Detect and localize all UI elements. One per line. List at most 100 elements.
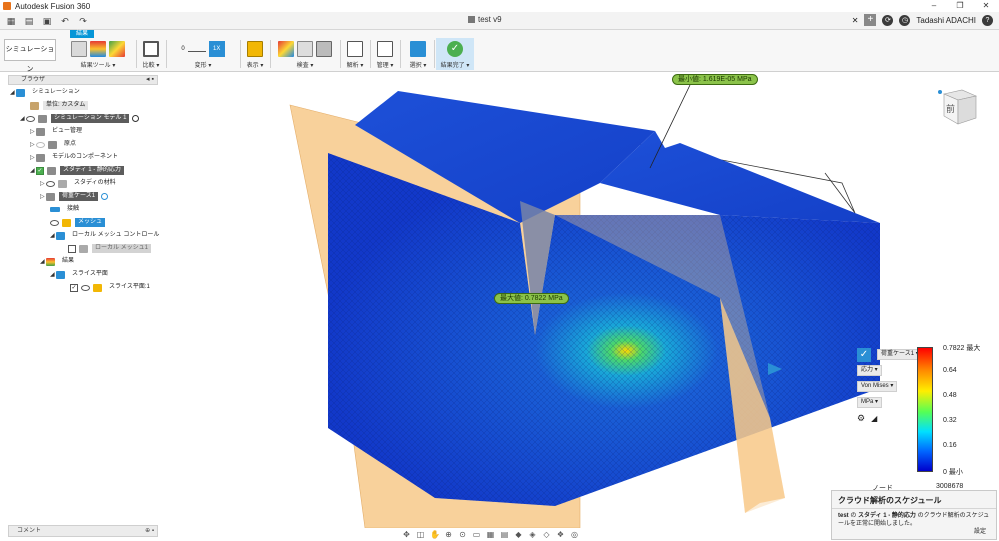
tree-row-study-materials[interactable]: ▷ スタディの材料 <box>40 178 119 189</box>
tree-row-study[interactable]: ◢ ✓ スタディ 1 - 静的応力 <box>30 165 124 176</box>
visibility-eye-icon[interactable] <box>81 284 90 291</box>
deform-scale-button[interactable]: 1X <box>208 41 225 57</box>
tree-row-units[interactable]: 単位: カスタム <box>30 100 89 111</box>
tree-row-local-mesh-control[interactable]: ◢ ローカル メッシュ コントロール <box>50 230 162 241</box>
shaded-edges-icon[interactable]: ◈ <box>528 530 537 539</box>
section-icon[interactable] <box>316 41 332 57</box>
redo-icon[interactable]: ↷ <box>76 15 90 27</box>
model-top-face-right[interactable] <box>600 131 880 223</box>
select-arrow-icon[interactable] <box>410 41 426 57</box>
finish-results-check-icon[interactable]: ✓ <box>447 41 463 57</box>
maximize-icon[interactable]: ❐ <box>947 0 973 12</box>
active-radio-icon[interactable] <box>101 193 109 200</box>
mesh-display-icon[interactable]: ❖ <box>556 530 565 539</box>
gear-icon[interactable]: ⚙ <box>857 413 865 424</box>
visibility-eye-icon[interactable] <box>46 180 55 187</box>
tree-row-origin[interactable]: ▷ 原点 <box>30 139 79 150</box>
visibility-eye-icon[interactable] <box>36 141 45 148</box>
workspace-switcher[interactable]: シミュレーション <box>4 39 56 73</box>
close-icon[interactable]: ✕ <box>973 0 999 12</box>
data-panel-icon[interactable]: ▦ <box>4 15 18 27</box>
viewports-icon[interactable]: ▤ <box>500 530 509 539</box>
results-tools-group[interactable]: 結果ツール ▾ <box>64 40 132 70</box>
document-tab[interactable]: test v9 <box>468 15 502 24</box>
result-contour-icon[interactable] <box>90 41 106 57</box>
tree-row-load-case[interactable]: ▷ 荷重ケース1 <box>40 191 109 202</box>
look-at-icon[interactable]: ◫ <box>416 530 425 539</box>
checkbox-checked[interactable]: ✓ <box>70 283 78 292</box>
result-display-icon[interactable]: ◎ <box>570 530 579 539</box>
visibility-eye-icon[interactable] <box>26 115 35 122</box>
browser-header[interactable]: ブラウザ ◂ ▪ <box>8 75 158 85</box>
legend-settings-row[interactable]: ⚙ ◢ <box>857 413 877 424</box>
minimize-icon[interactable]: – <box>921 0 947 12</box>
shaded-icon[interactable]: ◆ <box>514 530 523 539</box>
analysis-icon[interactable] <box>347 41 363 57</box>
tab-results[interactable]: 結果 <box>70 30 94 38</box>
browser-pin-icon[interactable]: ◂ ▪ <box>146 76 154 84</box>
tree-row-simulation[interactable]: ◢ シミュレーション <box>10 87 83 98</box>
comments-add-icon[interactable]: ⊕ ▪ <box>145 526 154 536</box>
display-icon[interactable] <box>247 41 263 57</box>
cloud-solve-notification[interactable]: クラウド解析のスケジュール test の スタディ 1 - 静的応力 のクラウド… <box>831 490 997 540</box>
tree-row-mesh[interactable]: メッシュ <box>50 217 106 228</box>
result-tools-icon[interactable] <box>109 41 125 57</box>
tree-row-slice-plane-1[interactable]: ✓ スライス平面:1 <box>70 282 153 293</box>
extensions-icon[interactable]: ⟳ <box>882 14 894 26</box>
load-case-dropdown[interactable]: 荷重ケース1 ▾ <box>877 349 923 360</box>
unit-row[interactable]: MPa ▾ <box>857 397 883 408</box>
legend-toggle-icon[interactable]: ✓ <box>857 347 871 362</box>
display-settings-icon[interactable]: ▭ <box>472 530 481 539</box>
tree-row-sim-model[interactable]: ◢ シミュレーション モデル 1 <box>20 113 140 124</box>
orbit-icon[interactable]: ✥ <box>402 530 411 539</box>
deform-value[interactable]: 0 <box>181 46 184 52</box>
viewcube[interactable]: 前 <box>936 82 982 132</box>
file-menu-icon[interactable]: ▤ <box>22 15 36 27</box>
save-icon[interactable]: ▣ <box>40 15 54 27</box>
max-value-callout[interactable]: 最大値: 0.7822 MPa <box>494 293 569 304</box>
help-icon[interactable]: ? <box>982 14 993 26</box>
tree-row-local-mesh-1[interactable]: ローカル メッシュ1 <box>68 243 152 254</box>
criterion-dropdown[interactable]: Von Mises ▾ <box>857 381 898 392</box>
viewcube-home-icon[interactable] <box>938 90 942 94</box>
manage-group[interactable]: 管理 ▾ <box>372 40 398 70</box>
compare-group[interactable]: 比較 ▾ <box>138 40 164 70</box>
job-status-icon[interactable]: ◷ <box>899 14 911 26</box>
analysis-group[interactable]: 解析 ▾ <box>342 40 368 70</box>
visibility-eye-icon[interactable] <box>50 219 59 226</box>
deform-slider[interactable] <box>187 46 206 52</box>
tree-row-results[interactable]: ◢ 結果 <box>40 256 77 267</box>
zoom-icon[interactable]: ⊕ <box>444 530 453 539</box>
new-tab-button[interactable]: + <box>864 14 877 26</box>
user-name[interactable]: Tadashi ADACHI <box>916 16 976 25</box>
camera-icon[interactable] <box>71 41 87 57</box>
probe-icon[interactable] <box>278 41 294 57</box>
compare-icon[interactable] <box>143 41 159 57</box>
min-value-callout[interactable]: 最小値: 1.619E-05 MPa <box>672 74 758 85</box>
finish-results-group[interactable]: ✓ 結果完了 ▾ <box>436 38 474 70</box>
legend-scale-icon[interactable]: ◢ <box>871 414 877 423</box>
load-case-row[interactable]: ✓ 荷重ケース1 ▾ <box>857 347 923 362</box>
wireframe-icon[interactable]: ◇ <box>542 530 551 539</box>
select-group[interactable]: 選択 ▾ <box>404 40 432 70</box>
tree-row-named-views[interactable]: ▷ ビュー管理 <box>30 126 85 137</box>
display-group[interactable]: 表示 ▾ <box>242 40 268 70</box>
active-radio-icon[interactable] <box>132 115 140 122</box>
zoom-window-icon[interactable]: ⊙ <box>458 530 467 539</box>
result-type-row[interactable]: 応力 ▾ <box>857 365 882 376</box>
slice-icon[interactable] <box>297 41 313 57</box>
checkbox[interactable] <box>68 244 76 253</box>
tree-row-model-components[interactable]: ▷ モデルのコンポーネント <box>30 152 121 163</box>
close-doc-icon[interactable]: ✕ <box>852 16 859 25</box>
unit-dropdown[interactable]: MPa ▾ <box>857 397 883 408</box>
deform-group[interactable]: 0 1X 変形 ▾ <box>168 40 238 70</box>
inspect-group[interactable]: 検査 ▾ <box>272 40 338 70</box>
pan-icon[interactable]: ✋ <box>430 530 440 539</box>
grid-icon[interactable]: ▦ <box>486 530 495 539</box>
comments-panel[interactable]: コメント ⊕ ▪ <box>8 525 158 537</box>
notification-settings-link[interactable]: 設定 <box>974 528 986 536</box>
criterion-row[interactable]: Von Mises ▾ <box>857 381 898 392</box>
manage-icon[interactable] <box>377 41 393 57</box>
result-type-dropdown[interactable]: 応力 ▾ <box>857 365 882 376</box>
tree-row-contacts[interactable]: 接触 <box>50 204 82 215</box>
